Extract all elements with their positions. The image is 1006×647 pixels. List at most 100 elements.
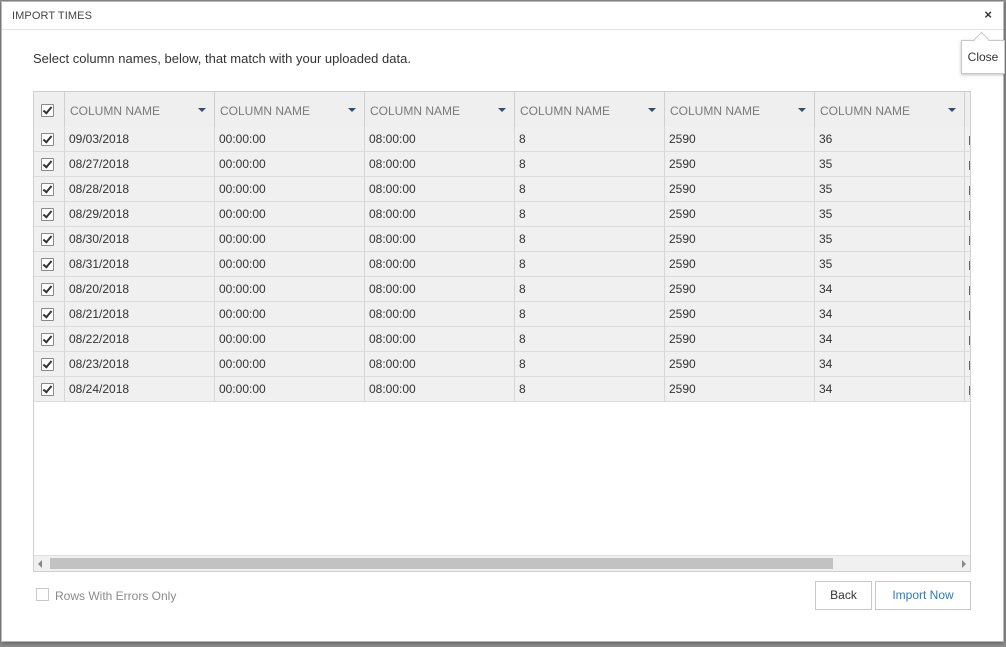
row-checkbox[interactable] <box>41 333 54 346</box>
table-cell: 2590 <box>665 127 815 152</box>
row-checkbox[interactable] <box>41 158 54 171</box>
truncated-cell-edge <box>969 136 970 145</box>
row-select-cell <box>34 227 65 252</box>
table-cell: 08:00:00 <box>365 252 515 277</box>
column-name-label: COLUMN NAME <box>520 104 611 118</box>
column-dropdown-icon[interactable] <box>798 108 806 112</box>
table-cell: 08:00:00 <box>365 377 515 402</box>
table-cell: 08:00:00 <box>365 177 515 202</box>
row-checkbox[interactable] <box>41 283 54 296</box>
table-cell: 34 <box>815 377 965 402</box>
column-header-2[interactable]: COLUMN NAME <box>215 92 365 127</box>
row-checkbox[interactable] <box>41 383 54 396</box>
row-select-cell <box>34 327 65 352</box>
table-cell: 08/22/2018 <box>65 327 215 352</box>
column-name-label: COLUMN NAME <box>370 104 461 118</box>
table-cell: 2590 <box>665 327 815 352</box>
instructions-text: Select column names, below, that match w… <box>33 51 411 66</box>
column-dropdown-icon[interactable] <box>348 108 356 112</box>
column-header-5[interactable]: COLUMN NAME <box>665 92 815 127</box>
table-row[interactable]: 08/27/2018 00:00:00 08:00:00 8 2590 35 <box>34 152 970 177</box>
column-dropdown-icon[interactable] <box>948 108 956 112</box>
truncated-cell-edge <box>969 311 970 320</box>
select-all-checkbox[interactable] <box>41 104 54 117</box>
column-dropdown-icon[interactable] <box>198 108 206 112</box>
table-cell: 08/28/2018 <box>65 177 215 202</box>
table-cell: 00:00:00 <box>215 177 365 202</box>
table-cell: 00:00:00 <box>215 327 365 352</box>
table-cell: 08:00:00 <box>365 352 515 377</box>
row-select-cell <box>34 202 65 227</box>
truncated-cell-edge <box>969 361 970 370</box>
truncated-cell-edge <box>969 336 970 345</box>
table-cell: 35 <box>815 177 965 202</box>
table-cell: 00:00:00 <box>215 127 365 152</box>
scrollbar-thumb[interactable] <box>50 558 833 569</box>
column-dropdown-icon[interactable] <box>648 108 656 112</box>
back-button[interactable]: Back <box>815 581 872 610</box>
table-cell: 2590 <box>665 302 815 327</box>
scroll-right-icon[interactable] <box>962 560 966 568</box>
row-checkbox[interactable] <box>41 208 54 221</box>
row-select-cell <box>34 277 65 302</box>
row-checkbox[interactable] <box>41 183 54 196</box>
table-cell: 00:00:00 <box>215 152 365 177</box>
table-cell: 2590 <box>665 352 815 377</box>
table-cell: 8 <box>515 177 665 202</box>
table-cell: 00:00:00 <box>215 302 365 327</box>
table-row[interactable]: 08/24/2018 00:00:00 08:00:00 8 2590 34 <box>34 377 970 402</box>
truncated-cell-edge <box>969 286 970 295</box>
row-checkbox[interactable] <box>41 233 54 246</box>
table-row[interactable]: 08/31/2018 00:00:00 08:00:00 8 2590 35 <box>34 252 970 277</box>
row-select-cell <box>34 152 65 177</box>
table-cell: 2590 <box>665 152 815 177</box>
table-cell: 8 <box>515 327 665 352</box>
table-cell: 08:00:00 <box>365 202 515 227</box>
table-cell: 2590 <box>665 227 815 252</box>
table-cell: 2590 <box>665 252 815 277</box>
table-cell: 08/24/2018 <box>65 377 215 402</box>
import-now-button[interactable]: Import Now <box>875 581 971 610</box>
scroll-left-icon[interactable] <box>38 560 42 568</box>
table-row[interactable]: 08/28/2018 00:00:00 08:00:00 8 2590 35 <box>34 177 970 202</box>
table-row[interactable]: 08/30/2018 00:00:00 08:00:00 8 2590 35 <box>34 227 970 252</box>
table-cell: 34 <box>815 302 965 327</box>
table-cell: 08:00:00 <box>365 302 515 327</box>
table-cell: 08/27/2018 <box>65 152 215 177</box>
table-cell: 8 <box>515 377 665 402</box>
truncated-cell-edge <box>969 161 970 170</box>
row-checkbox[interactable] <box>41 133 54 146</box>
table-row[interactable]: 08/21/2018 00:00:00 08:00:00 8 2590 34 <box>34 302 970 327</box>
table-cell: 09/03/2018 <box>65 127 215 152</box>
row-select-cell <box>34 177 65 202</box>
table-cell: 35 <box>815 152 965 177</box>
table-cell: 08/29/2018 <box>65 202 215 227</box>
truncated-cell-edge <box>969 236 970 245</box>
table-cell: 08:00:00 <box>365 327 515 352</box>
table-row[interactable]: 08/22/2018 00:00:00 08:00:00 8 2590 34 <box>34 327 970 352</box>
row-checkbox[interactable] <box>41 258 54 271</box>
column-header-6[interactable]: COLUMN NAME <box>815 92 965 127</box>
table-cell: 08/23/2018 <box>65 352 215 377</box>
table-cell: 35 <box>815 202 965 227</box>
row-checkbox[interactable] <box>41 308 54 321</box>
header-select-cell <box>34 92 65 127</box>
column-header-1[interactable]: COLUMN NAME <box>65 92 215 127</box>
import-times-dialog: IMPORT TIMES × Select column names, belo… <box>1 1 1004 642</box>
table-row[interactable]: 08/29/2018 00:00:00 08:00:00 8 2590 35 <box>34 202 970 227</box>
column-header-3[interactable]: COLUMN NAME <box>365 92 515 127</box>
table-cell: 8 <box>515 277 665 302</box>
column-dropdown-icon[interactable] <box>498 108 506 112</box>
table-row[interactable]: 08/20/2018 00:00:00 08:00:00 8 2590 34 <box>34 277 970 302</box>
column-header-4[interactable]: COLUMN NAME <box>515 92 665 127</box>
rows-with-errors-checkbox[interactable] <box>36 588 49 601</box>
row-select-cell <box>34 127 65 152</box>
table-row[interactable]: 09/03/2018 00:00:00 08:00:00 8 2590 36 <box>34 127 970 152</box>
close-icon[interactable]: × <box>984 7 992 22</box>
table-cell: 08:00:00 <box>365 277 515 302</box>
table-cell: 08:00:00 <box>365 127 515 152</box>
table-cell: 00:00:00 <box>215 277 365 302</box>
table-row[interactable]: 08/23/2018 00:00:00 08:00:00 8 2590 34 <box>34 352 970 377</box>
row-checkbox[interactable] <box>41 358 54 371</box>
horizontal-scrollbar[interactable] <box>34 555 970 571</box>
